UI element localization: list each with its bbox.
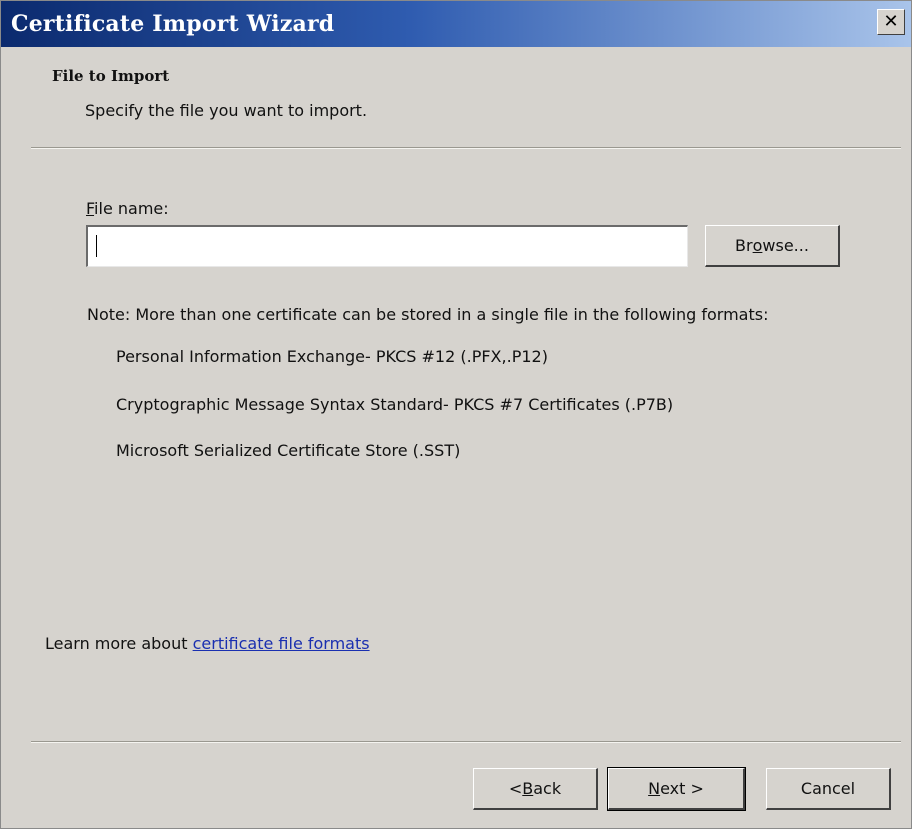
back-label-accelerator: B	[522, 779, 534, 798]
close-button[interactable]: ✕	[877, 9, 905, 35]
cancel-button[interactable]: Cancel	[766, 768, 891, 810]
file-name-label-accelerator: F	[86, 199, 95, 218]
next-label-accelerator: N	[648, 779, 661, 798]
wizard-header: File to Import Specify the file you want…	[1, 47, 911, 147]
header-divider	[31, 147, 901, 149]
formats-note: Note: More than one certificate can be s…	[87, 305, 769, 324]
cancel-label: Cancel	[800, 779, 856, 798]
back-label-rest: ack	[533, 779, 562, 798]
format-item-p7b: Cryptographic Message Syntax Standard- P…	[116, 395, 674, 414]
footer-divider	[31, 741, 901, 743]
next-label-rest: ext >	[660, 779, 704, 798]
file-name-input[interactable]	[86, 225, 688, 267]
text-caret	[96, 235, 97, 257]
back-label-pre: <	[508, 779, 523, 798]
certificate-import-wizard-dialog: Certificate Import Wizard ✕ File to Impo…	[0, 0, 912, 829]
browse-label-pre: Br	[735, 236, 753, 255]
format-item-sst: Microsoft Serialized Certificate Store (…	[116, 441, 461, 460]
certificate-file-formats-link[interactable]: certificate file formats	[193, 634, 370, 653]
browse-button[interactable]: Br o wse...	[705, 225, 840, 267]
format-item-pfx: Personal Information Exchange- PKCS #12 …	[116, 347, 548, 366]
title-bar[interactable]: Certificate Import Wizard ✕	[1, 1, 911, 47]
browse-label-rest: wse...	[762, 236, 809, 255]
file-name-label: File name:	[86, 199, 169, 218]
next-button[interactable]: Next >	[607, 767, 746, 811]
window-title: Certificate Import Wizard	[11, 11, 335, 37]
browse-label-accelerator: o	[752, 236, 763, 255]
close-icon: ✕	[883, 11, 899, 32]
file-name-label-text: ile name:	[94, 199, 169, 218]
page-subtitle: Specify the file you want to import.	[85, 101, 368, 120]
learn-more-prefix: Learn more about	[45, 634, 193, 653]
learn-more-text: Learn more about certificate file format…	[45, 634, 370, 653]
page-title: File to Import	[52, 67, 170, 85]
back-button[interactable]: < Back	[473, 768, 598, 810]
